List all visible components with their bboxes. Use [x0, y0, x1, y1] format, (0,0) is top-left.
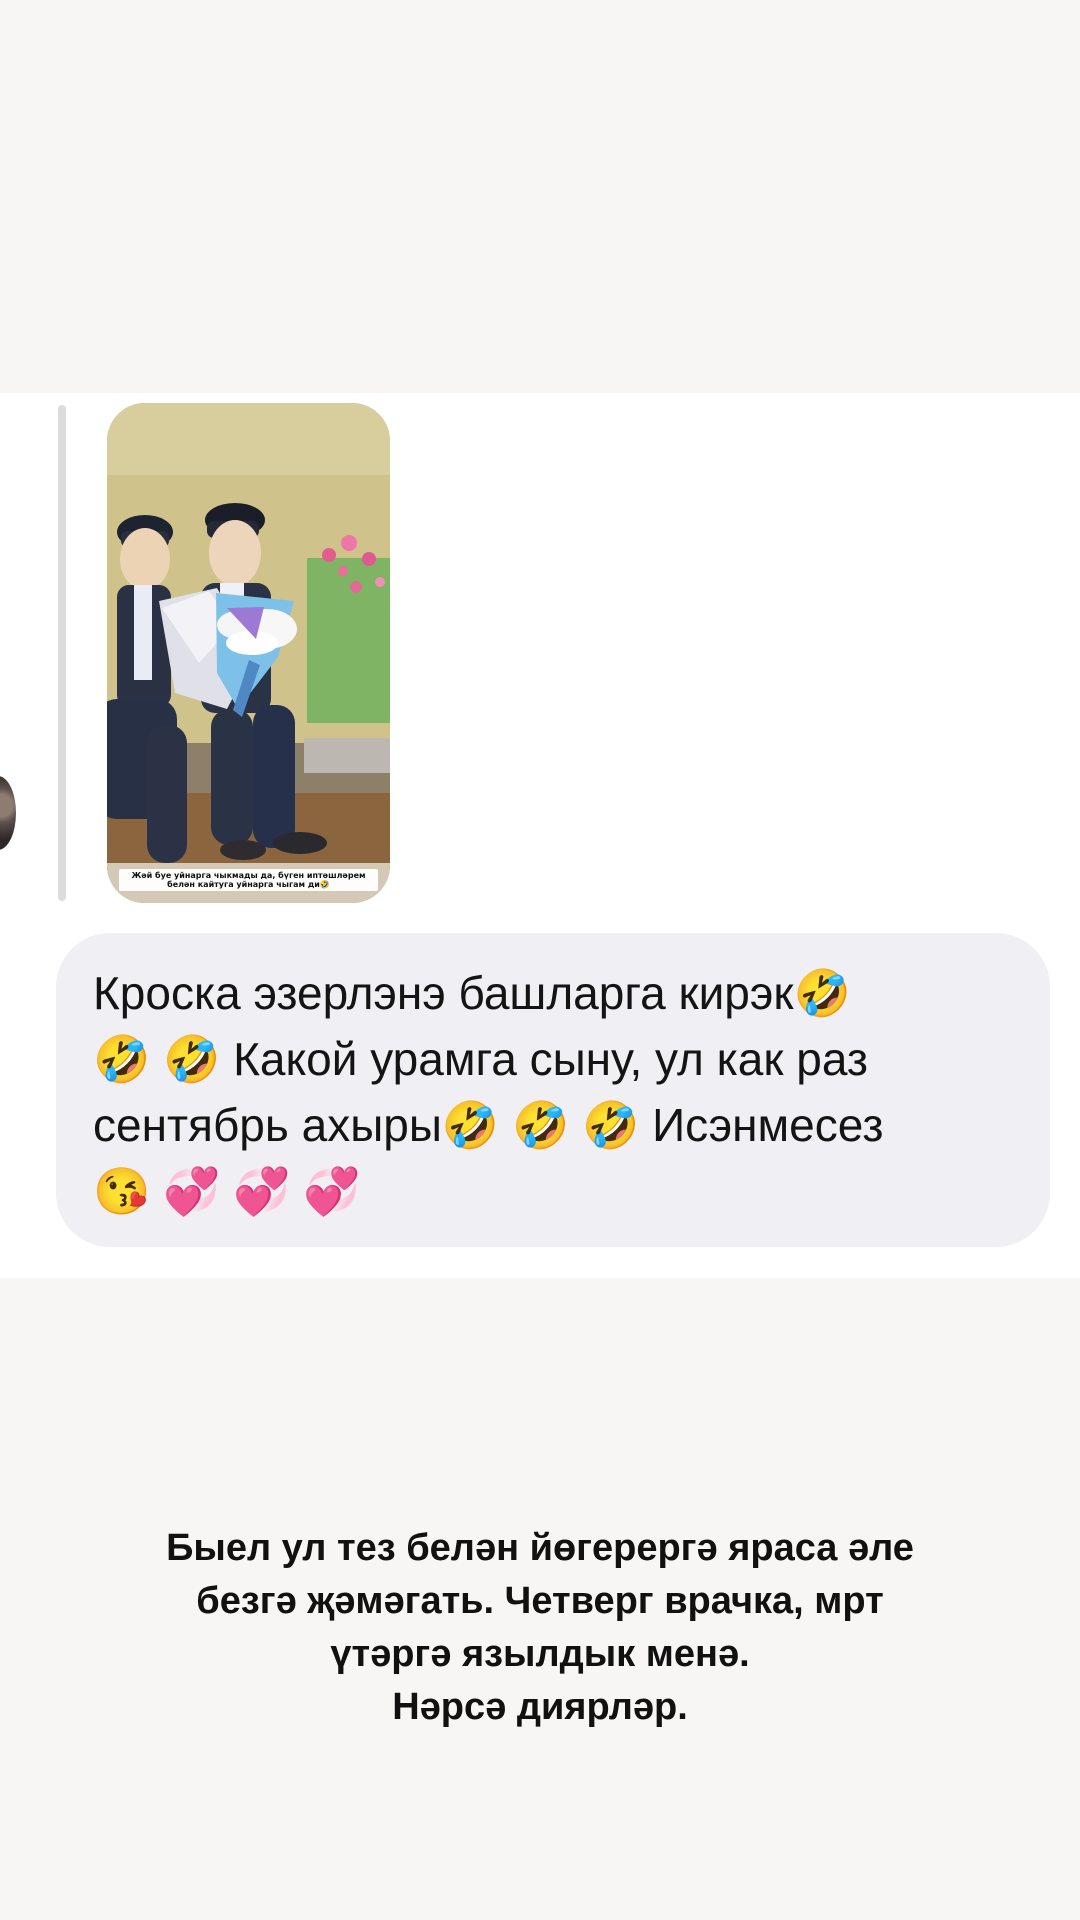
chat-panel: Жәй буе уйнарга чыкмады да, бүген иптәшл…: [0, 393, 1080, 1278]
story-caption: Быел ул тез белән йөгерергә яраса әле бе…: [166, 1527, 914, 1728]
reply-indicator: [58, 405, 66, 901]
photo-image: [107, 403, 390, 903]
message-bubble[interactable]: Кроска эзерлэнэ башларга кирэк🤣 🤣 🤣 Како…: [56, 933, 1050, 1247]
message-text: Кроска эзерлэнэ башларга кирэк🤣 🤣 🤣 Како…: [93, 967, 884, 1217]
shared-photo-card[interactable]: Жәй буе уйнарга чыкмады да, бүген иптәшл…: [107, 403, 390, 903]
photo-caption: Жәй буе уйнарга чыкмады да, бүген иптәшл…: [119, 868, 378, 891]
